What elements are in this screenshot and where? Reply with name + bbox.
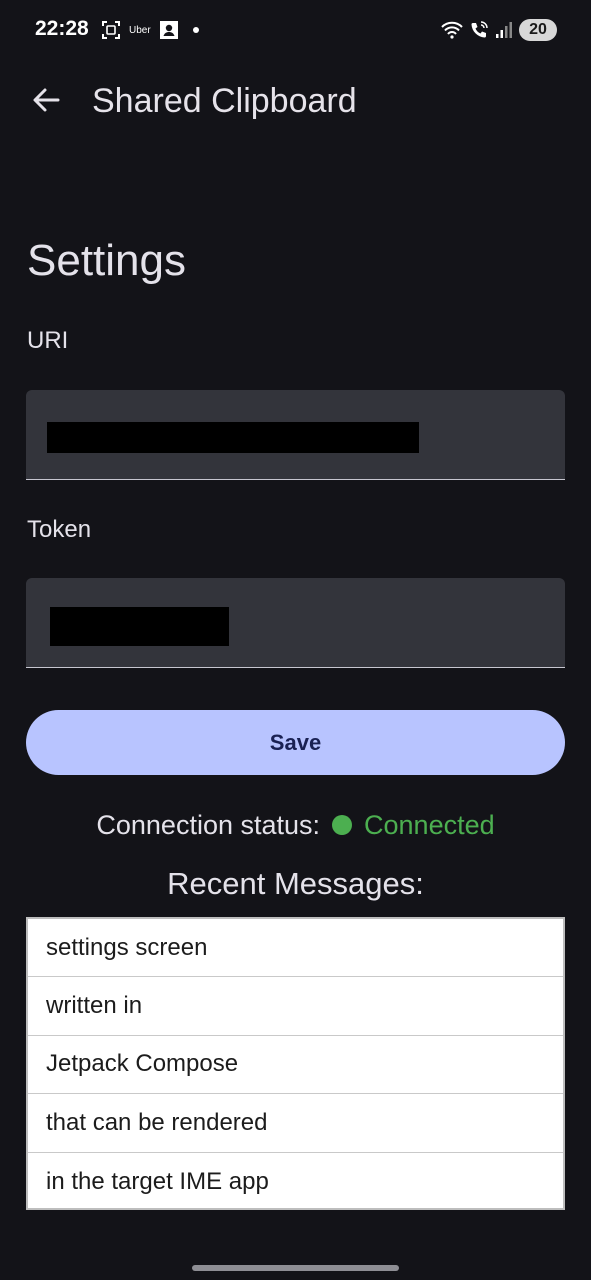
recent-messages-list: settings screen written in Jetpack Compo…: [26, 917, 565, 1210]
status-dot-icon: [332, 815, 353, 835]
arrow-back-icon: [31, 85, 61, 120]
app-bar: Shared Clipboard: [0, 64, 591, 140]
home-indicator[interactable]: [192, 1265, 399, 1271]
scan-icon: [101, 20, 121, 40]
list-item[interactable]: settings screen: [28, 919, 563, 978]
notification-dot-icon: [192, 27, 199, 33]
token-field[interactable]: [26, 578, 565, 668]
uri-field[interactable]: [26, 390, 565, 480]
status-right-icons: 20: [441, 18, 557, 42]
uber-icon: Uber: [129, 24, 151, 36]
list-item[interactable]: in the target IME app: [28, 1153, 563, 1211]
settings-heading: Settings: [27, 236, 186, 285]
wifi-calling-icon: [469, 20, 489, 40]
page-title: Shared Clipboard: [92, 82, 357, 120]
list-item[interactable]: written in: [28, 977, 563, 1036]
battery-indicator: 20: [519, 19, 557, 41]
uri-label: URI: [27, 327, 69, 354]
back-button[interactable]: [26, 78, 66, 126]
status-bar: 22:28 Uber 20: [0, 0, 591, 62]
status-left-icons: Uber: [101, 18, 199, 42]
save-button[interactable]: Save: [26, 710, 565, 775]
connection-status: Connection status: Connected: [0, 807, 591, 843]
contact-card-icon: [159, 20, 179, 40]
connection-status-label: Connection status:: [96, 809, 321, 840]
status-time: 22:28: [35, 17, 89, 40]
connection-status-value: Connected: [364, 809, 495, 840]
wifi-icon: [441, 20, 463, 40]
signal-icon: [495, 21, 513, 39]
list-item[interactable]: Jetpack Compose: [28, 1036, 563, 1095]
redacted-uri-value: [47, 422, 419, 453]
redacted-token-value: [50, 607, 229, 646]
recent-messages-heading: Recent Messages:: [167, 866, 424, 901]
token-label: Token: [27, 516, 92, 543]
list-item[interactable]: that can be rendered: [28, 1094, 563, 1153]
